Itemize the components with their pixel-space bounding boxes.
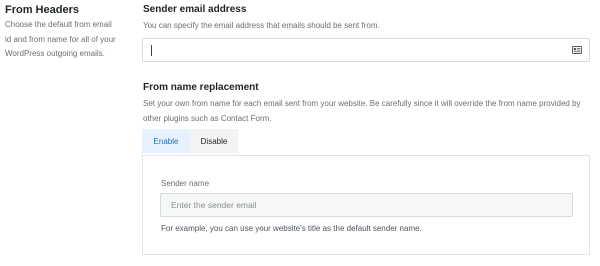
from-name-title: From name replacement: [143, 82, 259, 93]
sender-email-input[interactable]: [142, 38, 590, 62]
sender-name-label: Sender name: [161, 179, 210, 188]
text-cursor: [151, 45, 152, 56]
enable-button[interactable]: Enable: [142, 129, 190, 153]
sender-email-title: Sender email address: [143, 4, 247, 15]
from-name-help: Set your own from name for each email se…: [143, 99, 581, 123]
sender-name-input[interactable]: [160, 193, 573, 217]
from-name-toggle: Enable Disable: [142, 129, 238, 153]
from-headers-description: Choose the default from email id and fro…: [5, 20, 116, 58]
contact-card-icon: [572, 46, 582, 54]
sender-name-help: For example, you can use your website's …: [161, 224, 422, 233]
disable-button[interactable]: Disable: [190, 129, 238, 153]
sender-email-help: You can specify the email address that e…: [143, 21, 380, 30]
from-headers-title: From Headers: [5, 4, 79, 16]
